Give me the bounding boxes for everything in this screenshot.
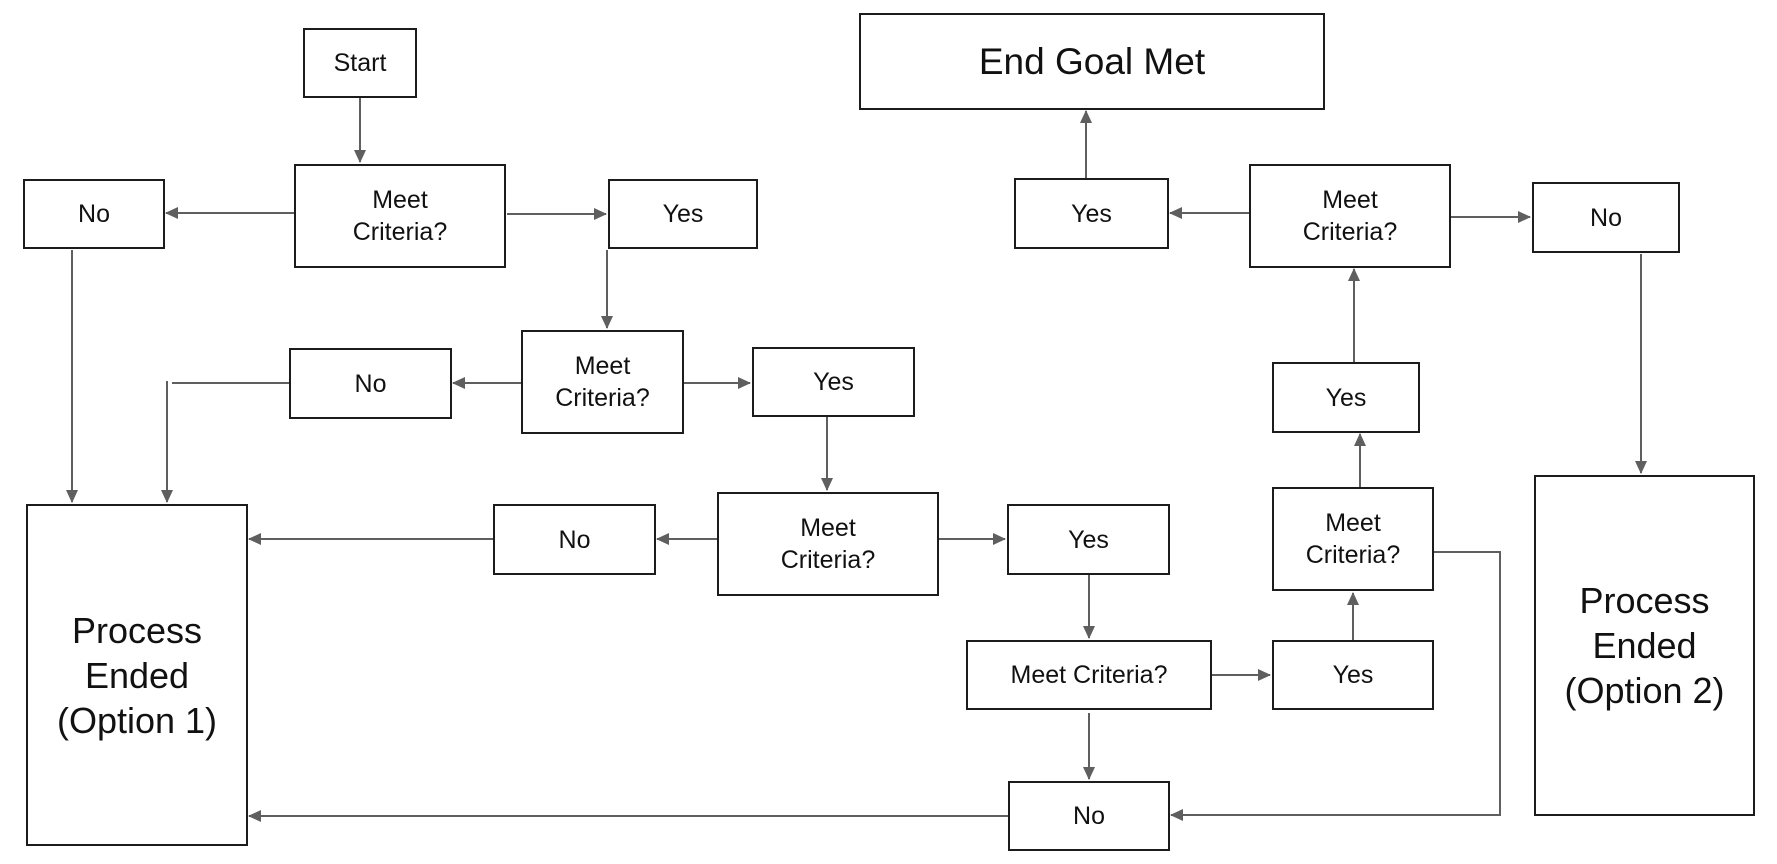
decision-node-1[interactable]: Meet Criteria? — [294, 164, 506, 268]
decision-node-4[interactable]: Meet Criteria? — [966, 640, 1212, 710]
yes-node-2[interactable]: Yes — [752, 347, 915, 417]
end-goal-node[interactable]: End Goal Met — [859, 13, 1325, 110]
no-node-2[interactable]: No — [289, 348, 452, 419]
decision-node-6[interactable]: Meet Criteria? — [1249, 164, 1451, 268]
decision-node-5[interactable]: Meet Criteria? — [1272, 487, 1434, 591]
yes-node-5[interactable]: Yes — [1272, 362, 1420, 433]
no-node-3[interactable]: No — [493, 504, 656, 575]
yes-node-4[interactable]: Yes — [1272, 640, 1434, 710]
no-node-4[interactable]: No — [1008, 781, 1170, 851]
yes-node-3[interactable]: Yes — [1007, 504, 1170, 575]
start-node[interactable]: Start — [303, 28, 417, 98]
yes-node-1[interactable]: Yes — [608, 179, 758, 249]
decision-node-2[interactable]: Meet Criteria? — [521, 330, 684, 434]
flowchart-canvas: Start Meet Criteria? No Yes Meet Criteri… — [0, 0, 1777, 864]
decision-node-3[interactable]: Meet Criteria? — [717, 492, 939, 596]
yes-node-6[interactable]: Yes — [1014, 178, 1169, 249]
connectors-layer — [66, 97, 1647, 822]
process-ended-option-1[interactable]: Process Ended (Option 1) — [26, 504, 248, 846]
no-node-1[interactable]: No — [23, 179, 165, 249]
no-node-6[interactable]: No — [1532, 182, 1680, 253]
process-ended-option-2[interactable]: Process Ended (Option 2) — [1534, 475, 1755, 816]
